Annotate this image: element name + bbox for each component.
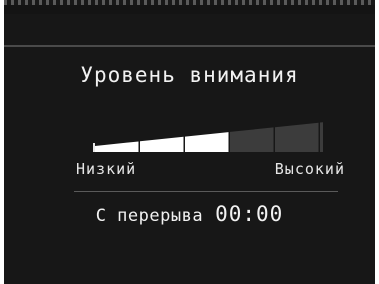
- meter-segment: [140, 136, 184, 152]
- attention-level-screen: Уровень внимания Низкий Высокий С переры…: [4, 0, 375, 284]
- status-strip-pattern: [4, 0, 375, 5]
- meter-segment: [95, 141, 139, 152]
- meter-low-label: Низкий: [76, 160, 137, 178]
- display-frame: Уровень внимания Низкий Высокий С переры…: [0, 0, 379, 284]
- screen-title: Уровень внимания: [80, 63, 299, 87]
- meter-segment: [275, 122, 319, 152]
- since-break-time: 00:00: [215, 202, 284, 226]
- attention-meter: [93, 116, 323, 158]
- meter-high-label: Высокий: [274, 160, 345, 178]
- top-status-strip: [4, 0, 375, 14]
- header-divider: [4, 45, 375, 47]
- since-break-row: С перерыва 00:00: [4, 202, 375, 226]
- attention-meter-graphic: [93, 122, 323, 152]
- meter-start-tick: [93, 143, 95, 152]
- meter-segment: [185, 132, 229, 152]
- meter-segment: [320, 122, 323, 152]
- since-break-label: С перерыва: [95, 206, 204, 226]
- section-divider: [74, 191, 338, 192]
- meter-segment: [230, 127, 274, 152]
